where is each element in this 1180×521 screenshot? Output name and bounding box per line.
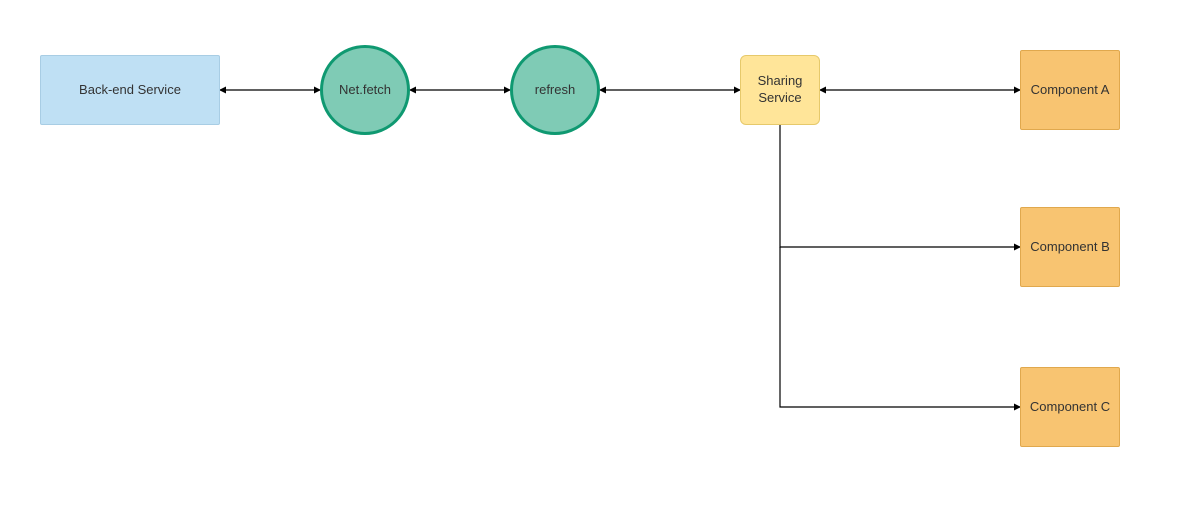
node-label: Component C — [1030, 399, 1110, 416]
node-net-fetch[interactable]: Net.fetch — [320, 45, 410, 135]
node-component-b[interactable]: Component B — [1020, 207, 1120, 287]
node-backend-service[interactable]: Back-end Service — [40, 55, 220, 125]
node-label: refresh — [535, 82, 575, 99]
node-component-a[interactable]: Component A — [1020, 50, 1120, 130]
edge-sharing-componentb — [780, 125, 1020, 247]
edge-sharing-componentc — [780, 247, 1020, 407]
node-label: Net.fetch — [339, 82, 391, 99]
node-refresh[interactable]: refresh — [510, 45, 600, 135]
node-label: Back-end Service — [79, 82, 181, 99]
node-sharing-service[interactable]: Sharing Service — [740, 55, 820, 125]
node-label: Sharing Service — [747, 73, 813, 107]
node-label: Component B — [1030, 239, 1110, 256]
node-component-c[interactable]: Component C — [1020, 367, 1120, 447]
node-label: Component A — [1031, 82, 1110, 99]
